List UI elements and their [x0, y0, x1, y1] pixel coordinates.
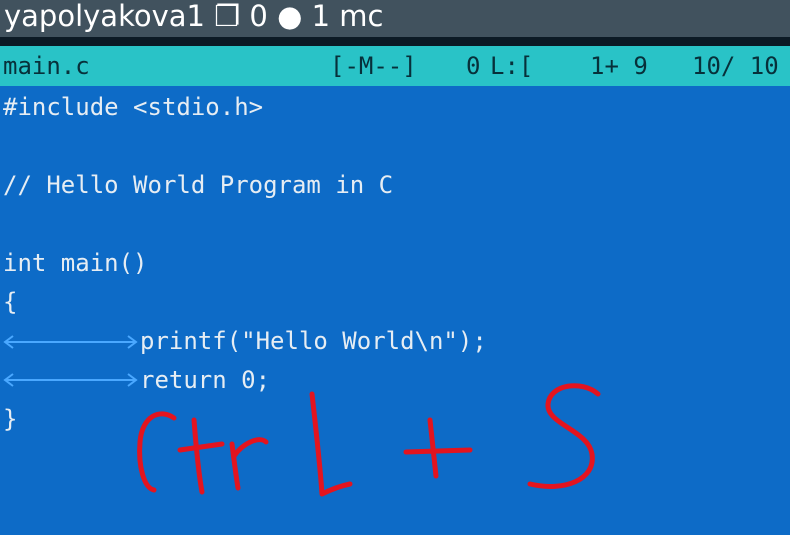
line-label: L:[ [490, 52, 534, 80]
line-total: 10/ 10 [692, 52, 779, 80]
code-line[interactable]: // Hello World Program in C [3, 166, 393, 205]
tab-marker-icon [3, 373, 138, 387]
file-name: main.c [3, 52, 90, 80]
code-line[interactable]: printf("Hello World\n"); [140, 322, 487, 361]
code-line[interactable]: int main() [3, 244, 148, 283]
terminal-title: yapolyakova1 ❐ 0 ● 1 mc [4, 0, 384, 33]
editor-status-bar: main.c [-M--] 0 L:[ 1+ 9 10/ 10 [0, 46, 790, 86]
tab-marker-icon [3, 335, 138, 349]
line-position: 1+ 9 [590, 52, 648, 80]
edit-mode-flags: [-M--] [330, 52, 417, 80]
title-separator [0, 37, 790, 46]
code-line[interactable]: } [3, 400, 17, 439]
column-indicator: 0 [466, 52, 481, 80]
terminal-title-bar: yapolyakova1 ❐ 0 ● 1 mc [0, 0, 790, 37]
code-line[interactable]: #include <stdio.h> [3, 88, 263, 127]
handwritten-annotation [137, 383, 601, 497]
code-line[interactable]: { [3, 283, 17, 322]
